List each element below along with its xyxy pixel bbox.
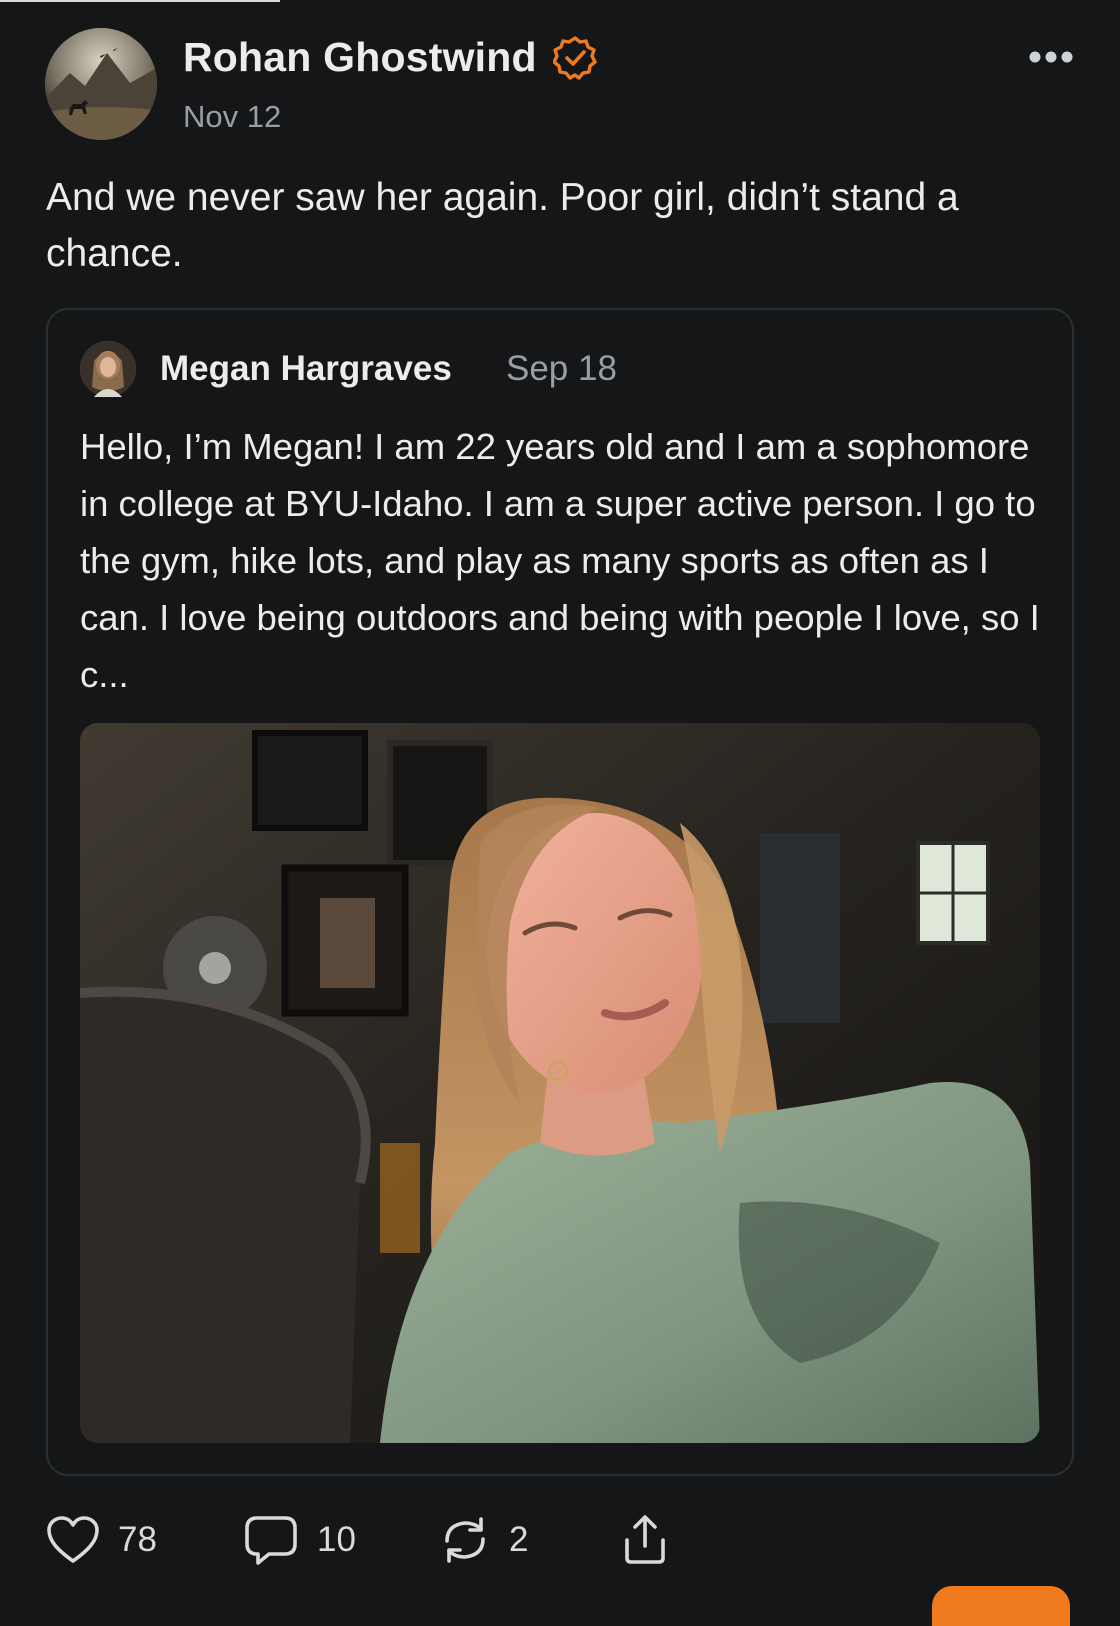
- quoted-author-avatar[interactable]: [80, 341, 136, 397]
- repost-count: 2: [509, 1520, 529, 1559]
- bottom-orange-tab[interactable]: [932, 1586, 1070, 1626]
- quoted-post-date: Sep 18: [506, 349, 617, 388]
- quoted-post-text: Hello, I’m Megan! I am 22 years old and …: [80, 426, 1040, 695]
- comment-count: 10: [317, 1520, 356, 1559]
- repost-icon: [445, 1517, 485, 1563]
- share-button[interactable]: [619, 1512, 671, 1568]
- post-date: Nov 12: [183, 99, 282, 134]
- like-button[interactable]: 78: [46, 1512, 157, 1568]
- more-dots-icon[interactable]: [1028, 50, 1074, 64]
- status-divider: [0, 0, 280, 2]
- selfie-image: [80, 723, 1040, 1443]
- verified-badge-icon: [553, 36, 597, 80]
- avatar-artwork: [45, 28, 157, 140]
- author-name[interactable]: Rohan Ghostwind: [183, 34, 537, 81]
- post-text: And we never saw her again. Poor girl, d…: [46, 176, 959, 275]
- share-icon: [625, 1515, 665, 1564]
- repost-button[interactable]: 2: [439, 1512, 528, 1568]
- like-count: 78: [118, 1520, 157, 1559]
- author-avatar[interactable]: [45, 28, 157, 140]
- heart-icon: [47, 1516, 99, 1563]
- comment-bubble-icon: [245, 1516, 297, 1565]
- quoted-avatar-photo: [80, 341, 136, 397]
- quoted-post-photo[interactable]: [80, 723, 1040, 1443]
- quoted-author-name[interactable]: Megan Hargraves: [160, 349, 452, 389]
- comment-button[interactable]: 10: [243, 1512, 356, 1568]
